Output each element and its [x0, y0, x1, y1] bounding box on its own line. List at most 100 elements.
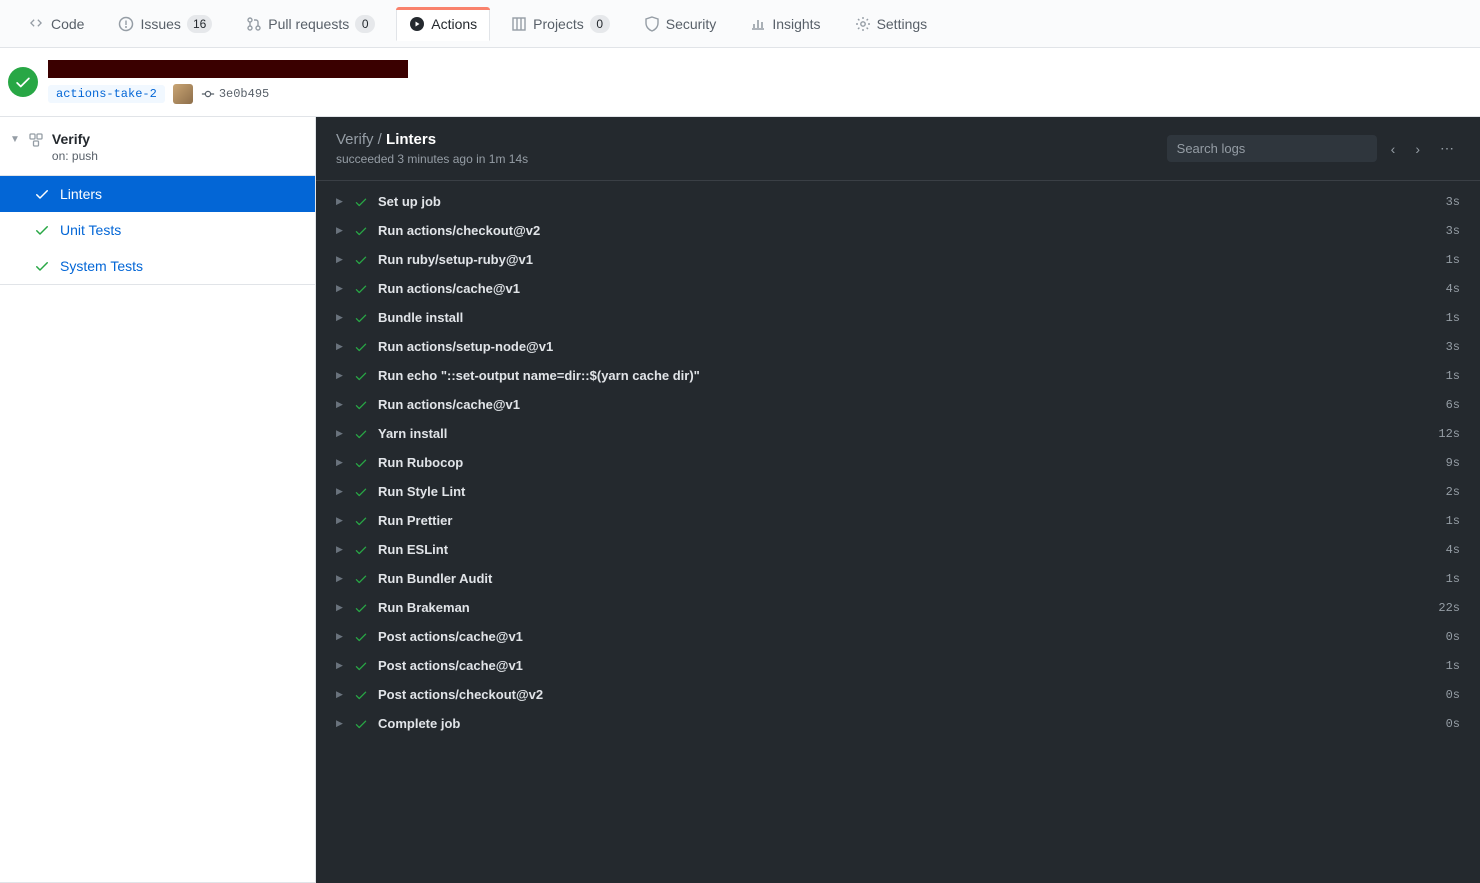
job-unit-tests[interactable]: Unit Tests: [0, 212, 315, 248]
job-linters[interactable]: Linters: [0, 176, 315, 212]
step-duration: 2s: [1446, 485, 1460, 499]
play-icon: [409, 16, 425, 32]
step-row[interactable]: ▶Run Bundler Audit1s: [316, 564, 1480, 593]
step-row[interactable]: ▶ Post actions/checkout@v2 0s: [316, 680, 1480, 709]
caret-right-icon: ▶: [336, 370, 344, 381]
job-label: System Tests: [60, 258, 143, 274]
commit-sha: 3e0b495: [219, 87, 269, 101]
step-row[interactable]: ▶Run actions/checkout@v23s: [316, 216, 1480, 245]
step-name: Post actions/checkout@v2: [378, 687, 1436, 702]
step-row[interactable]: ▶ Run echo "::set-output name=dir::$(yarn…: [316, 361, 1480, 390]
tab-pull-requests[interactable]: Pull requests 0: [233, 6, 388, 42]
tab-security[interactable]: Security: [631, 7, 730, 41]
tab-actions[interactable]: Actions: [396, 7, 490, 41]
step-duration: 1s: [1446, 369, 1460, 383]
job-label: Unit Tests: [60, 222, 121, 238]
check-icon: [354, 630, 368, 644]
next-result-button[interactable]: ›: [1409, 137, 1426, 161]
caret-right-icon: ▶: [336, 486, 344, 497]
step-row[interactable]: ▶Post actions/cache@v10s: [316, 622, 1480, 651]
step-row[interactable]: ▶Complete job0s: [316, 709, 1480, 738]
branch-pill[interactable]: actions-take-2: [48, 85, 165, 103]
tab-settings[interactable]: Settings: [842, 7, 941, 41]
commit-hash[interactable]: 3e0b495: [201, 87, 269, 101]
step-name: Run Prettier: [378, 513, 1436, 528]
step-row[interactable]: ▶ Bundle install 1s: [316, 303, 1480, 332]
check-icon: [354, 456, 368, 470]
tab-counter: 0: [590, 15, 610, 33]
step-duration: 6s: [1446, 398, 1460, 412]
check-icon: [354, 543, 368, 557]
step-duration: 4s: [1446, 543, 1460, 557]
pr-icon: [246, 16, 262, 32]
log-panel: Verify / Linters succeeded 3 minutes ago…: [316, 117, 1480, 883]
step-row[interactable]: ▶Run Brakeman22s: [316, 593, 1480, 622]
step-duration: 1s: [1446, 253, 1460, 267]
step-name: Run actions/checkout@v2: [378, 223, 1436, 238]
issue-icon: [118, 16, 134, 32]
step-name: Run echo "::set-output name=dir::$(yarn …: [378, 368, 1436, 383]
step-row[interactable]: ▶Run actions/cache@v16s: [316, 390, 1480, 419]
step-name: Run actions/cache@v1: [378, 281, 1436, 296]
step-name: Set up job: [378, 194, 1436, 209]
shield-icon: [644, 16, 660, 32]
step-row[interactable]: ▶Run Rubocop9s: [316, 448, 1480, 477]
step-name: Yarn install: [378, 426, 1428, 441]
tab-label: Security: [666, 16, 717, 32]
repo-tabnav: CodeIssues16 Pull requests 0 Actions Project…: [0, 0, 1480, 48]
tab-label: Actions: [431, 16, 477, 32]
caret-right-icon: ▶: [336, 660, 344, 671]
tab-label: Insights: [772, 16, 820, 32]
tab-label: Pull requests: [268, 16, 349, 32]
step-duration: 1s: [1446, 311, 1460, 325]
step-duration: 4s: [1446, 282, 1460, 296]
step-row[interactable]: ▶Run ESLint4s: [316, 535, 1480, 564]
tab-code[interactable]: Code: [16, 7, 97, 41]
prev-result-button[interactable]: ‹: [1385, 137, 1402, 161]
run-status-success-icon: [8, 67, 38, 97]
check-icon: [354, 282, 368, 296]
tab-issues[interactable]: Issues16: [105, 6, 225, 42]
step-name: Complete job: [378, 716, 1436, 731]
check-icon: [354, 485, 368, 499]
log-options-button[interactable]: ⋯: [1434, 136, 1460, 161]
caret-right-icon: ▶: [336, 457, 344, 468]
step-duration: 0s: [1446, 688, 1460, 702]
step-name: Run Rubocop: [378, 455, 1436, 470]
check-icon: [354, 224, 368, 238]
tab-projects[interactable]: Projects0: [498, 6, 623, 42]
search-logs-input[interactable]: [1167, 135, 1377, 162]
job-label: Linters: [60, 186, 102, 202]
tab-insights[interactable]: Insights: [737, 7, 833, 41]
workflow-header[interactable]: ▼ Verify on: push: [0, 117, 315, 175]
job-system-tests[interactable]: System Tests: [0, 248, 315, 284]
graph-icon: [750, 16, 766, 32]
step-row[interactable]: ▶ Run Style Lint 2s: [316, 477, 1480, 506]
check-icon: [354, 659, 368, 673]
log-breadcrumb: Verify / Linters: [336, 131, 528, 148]
check-icon: [354, 253, 368, 267]
step-row[interactable]: ▶Post actions/cache@v11s: [316, 651, 1480, 680]
step-row[interactable]: ▶Set up job3s: [316, 187, 1480, 216]
tab-counter: 0: [355, 15, 375, 33]
check-icon: [354, 369, 368, 383]
step-row[interactable]: ▶Run ruby/setup-ruby@v11s: [316, 245, 1480, 274]
step-name: Run Brakeman: [378, 600, 1428, 615]
step-row[interactable]: ▶Run actions/cache@v14s: [316, 274, 1480, 303]
run-header: actions-take-2 3e0b495: [0, 48, 1480, 117]
step-name: Run Style Lint: [378, 484, 1436, 499]
tab-label: Issues: [140, 16, 180, 32]
step-duration: 22s: [1438, 601, 1460, 615]
step-duration: 12s: [1438, 427, 1460, 441]
step-name: Bundle install: [378, 310, 1436, 325]
check-icon: [34, 222, 50, 238]
author-avatar[interactable]: [173, 84, 193, 104]
step-row[interactable]: ▶Yarn install12s: [316, 419, 1480, 448]
project-icon: [511, 16, 527, 32]
step-row[interactable]: ▶Run actions/setup-node@v13s: [316, 332, 1480, 361]
step-row[interactable]: ▶Run Prettier1s: [316, 506, 1480, 535]
step-duration: 1s: [1446, 659, 1460, 673]
caret-right-icon: ▶: [336, 312, 344, 323]
workflow-sidebar: ▼ Verify on: push Linters Unit Tests Syste…: [0, 117, 316, 883]
caret-right-icon: ▶: [336, 689, 344, 700]
